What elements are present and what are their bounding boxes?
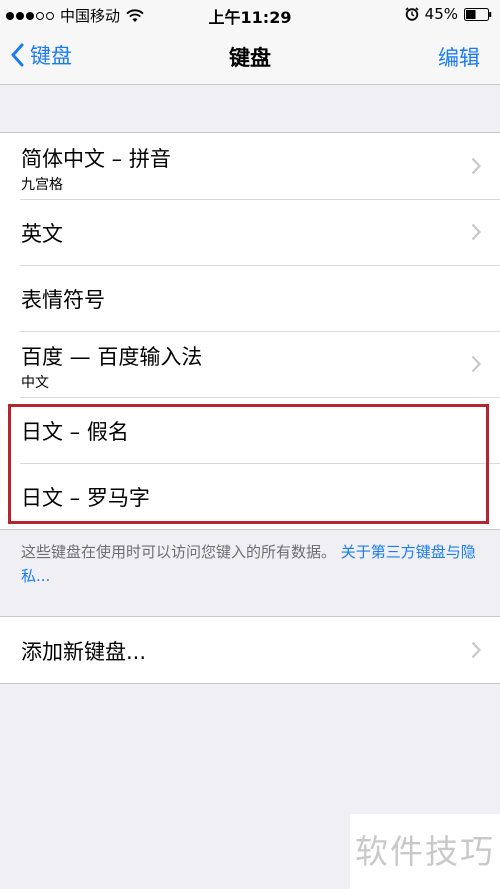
keyboard-list: 简体中文 – 拼音 九宫格 英文 表情符号 百度 — 百度输入法 中文 日文 –… — [0, 132, 500, 530]
chevron-right-icon — [471, 355, 481, 373]
add-keyboard-group: 添加新键盘... — [0, 616, 500, 684]
navigation-bar: 键盘 键盘 编辑 — [0, 28, 500, 85]
keyboard-settings-screen: 中国移动 上午11:29 45% 键盘 键盘 编辑 简体中文 – 拼音 九宫格 … — [0, 0, 500, 889]
privacy-note: 这些键盘在使用时可以访问您键入的所有数据。 关于第三方键盘与隐私... — [21, 540, 481, 588]
add-keyboard-label: 添加新键盘... — [21, 640, 147, 664]
back-label: 键盘 — [30, 44, 72, 68]
page-title: 键盘 — [229, 46, 271, 70]
keyboard-layout: 中文 — [21, 375, 49, 391]
battery-icon — [464, 7, 492, 21]
edit-button[interactable]: 编辑 — [438, 42, 480, 72]
chevron-right-icon — [471, 157, 481, 175]
keyboard-row-japanese-romaji[interactable]: 日文 – 罗马字 — [0, 463, 500, 529]
keyboard-name: 表情符号 — [21, 288, 105, 312]
keyboard-name: 简体中文 – 拼音 — [21, 147, 171, 171]
back-button[interactable]: 键盘 — [10, 40, 72, 70]
status-right: 45% — [405, 5, 492, 23]
alarm-clock-icon — [405, 7, 419, 21]
chevron-right-icon — [471, 223, 481, 241]
keyboard-row-emoji[interactable]: 表情符号 — [0, 265, 500, 331]
add-keyboard-row[interactable]: 添加新键盘... — [0, 617, 500, 683]
keyboard-row-pinyin[interactable]: 简体中文 – 拼音 九宫格 — [0, 133, 500, 199]
keyboard-name: 日文 – 假名 — [21, 420, 129, 444]
watermark: 软件技巧 — [350, 814, 500, 889]
keyboard-row-baidu[interactable]: 百度 — 百度输入法 中文 — [0, 331, 500, 397]
keyboard-name: 日文 – 罗马字 — [21, 486, 150, 510]
chevron-right-icon — [471, 641, 481, 659]
keyboard-name: 百度 — 百度输入法 — [21, 345, 203, 369]
keyboard-row-japanese-kana[interactable]: 日文 – 假名 — [0, 397, 500, 463]
keyboard-name: 英文 — [21, 222, 63, 246]
battery-percentage: 45% — [424, 5, 458, 23]
keyboard-layout: 九宫格 — [21, 177, 63, 193]
status-bar: 中国移动 上午11:29 45% — [0, 0, 500, 28]
keyboard-row-english[interactable]: 英文 — [0, 199, 500, 265]
chevron-left-icon — [11, 43, 24, 67]
privacy-note-text: 这些键盘在使用时可以访问您键入的所有数据。 — [21, 543, 337, 561]
